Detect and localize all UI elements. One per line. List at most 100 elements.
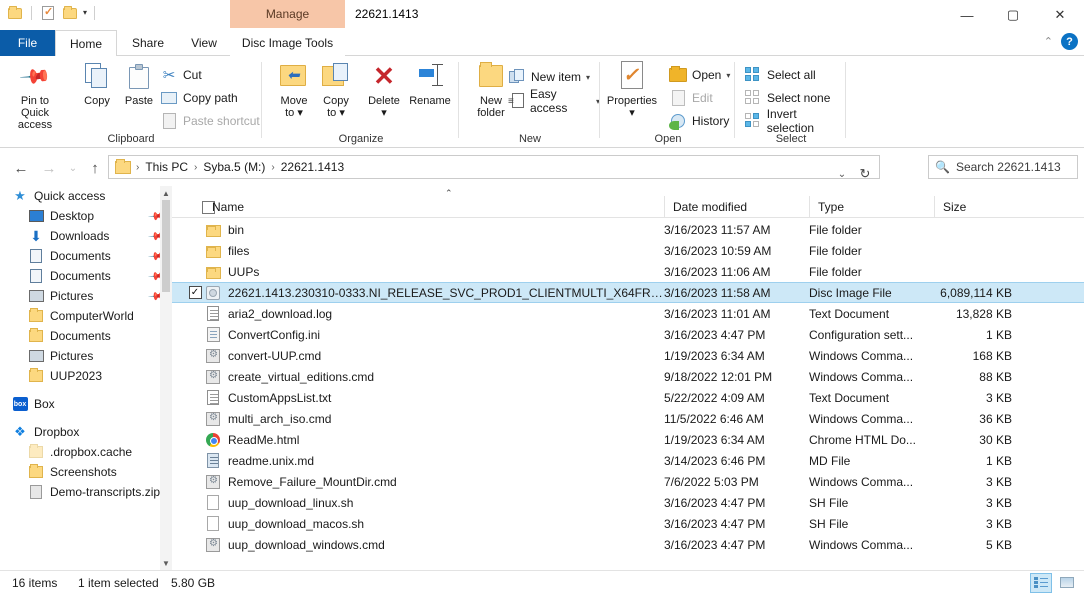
column-header-size[interactable]: Size <box>934 195 1084 218</box>
copy-path-button[interactable]: Copy path <box>160 87 238 109</box>
qat-properties-icon[interactable] <box>39 4 57 22</box>
properties-button[interactable]: ✓ Properties ▾ <box>601 60 663 119</box>
sidebar-item-screenshots[interactable]: Screenshots <box>0 462 172 482</box>
breadcrumb-item-this-pc[interactable]: This PC <box>140 156 193 178</box>
cut-button[interactable]: ✂ Cut <box>160 64 202 86</box>
table-row[interactable]: uup_download_macos.sh 3/16/2023 4:47 PM … <box>172 513 1084 534</box>
pin-to-quick-access-button[interactable]: 📌 Pin to Quick access <box>8 60 62 131</box>
column-header-date-modified[interactable]: Date modified <box>664 195 809 218</box>
help-icon[interactable]: ? <box>1061 33 1078 50</box>
table-row[interactable]: create_virtual_editions.cmd 9/18/2022 12… <box>172 366 1084 387</box>
paste-shortcut-button[interactable]: Paste shortcut <box>160 110 260 132</box>
group-divider-4 <box>734 62 735 138</box>
qat-new-folder-icon[interactable] <box>61 4 79 22</box>
breadcrumb-item-folder[interactable]: 22621.1413 <box>276 156 349 178</box>
collapse-ribbon-icon[interactable]: ⌃ <box>1044 35 1053 48</box>
scroll-down-arrow-icon[interactable]: ▼ <box>160 556 172 570</box>
table-row[interactable]: CustomAppsList.txt 5/22/2022 4:09 AM Tex… <box>172 387 1084 408</box>
table-row[interactable]: ConvertConfig.ini 3/16/2023 4:47 PM Conf… <box>172 324 1084 345</box>
sidebar-item-box[interactable]: box Box <box>0 394 172 414</box>
table-row[interactable]: bin 3/16/2023 11:57 AM File folder <box>172 219 1084 240</box>
checked-checkbox-icon[interactable]: ✓ <box>188 286 202 299</box>
table-row[interactable]: readme.unix.md 3/14/2023 6:46 PM MD File… <box>172 450 1084 471</box>
file-date: 3/16/2023 4:47 PM <box>664 327 766 342</box>
navigation-pane-scrollbar[interactable]: ▲ ▼ <box>160 186 172 570</box>
sidebar-item-demo-transcripts-zip[interactable]: Demo-transcripts.zip <box>0 482 172 502</box>
row-checkbox-cell[interactable]: ✓ <box>172 286 202 299</box>
properties-caret-icon[interactable]: ▾ <box>601 107 663 119</box>
open-button[interactable]: Open ▾ <box>669 64 730 86</box>
tab-view[interactable]: View <box>179 30 229 56</box>
table-row[interactable]: UUPs 3/16/2023 11:06 AM File folder <box>172 261 1084 282</box>
table-row[interactable]: Remove_Failure_MountDir.cmd 7/6/2022 5:0… <box>172 471 1084 492</box>
select-all-button[interactable]: Select all <box>744 64 816 86</box>
table-row[interactable]: uup_download_windows.cmd 3/16/2023 4:47 … <box>172 534 1084 555</box>
history-button[interactable]: History <box>669 110 729 132</box>
search-input[interactable]: 🔍 Search 22621.1413 <box>928 155 1078 179</box>
file-date: 9/18/2022 12:01 PM <box>664 369 773 384</box>
details-view-button[interactable] <box>1030 572 1052 593</box>
select-all-icon <box>744 66 762 84</box>
sidebar-item-documents-3[interactable]: Documents <box>0 326 172 346</box>
qat-customize-caret-icon[interactable]: ▾ <box>83 9 87 17</box>
sidebar-item-computerworld[interactable]: ComputerWorld <box>0 306 172 326</box>
table-row[interactable]: aria2_download.log 3/16/2023 11:01 AM Te… <box>172 303 1084 324</box>
sidebar-item-pictures-1[interactable]: Pictures 📌 <box>0 286 172 306</box>
rename-button[interactable]: Rename <box>403 60 457 107</box>
maximize-button[interactable]: ▢ <box>990 0 1036 30</box>
copy-to-icon <box>309 60 363 92</box>
column-header-type[interactable]: Type <box>809 195 934 218</box>
column-header-name[interactable]: Name <box>172 196 664 218</box>
copy-to-button[interactable]: Copy to ▾ <box>309 60 363 119</box>
recent-locations-button[interactable]: ⌄ <box>62 157 84 179</box>
sidebar-item-pictures-2[interactable]: Pictures <box>0 346 172 366</box>
new-item-button[interactable]: New item ▾ <box>508 66 590 88</box>
copy-to-label-2: to ▾ <box>327 107 345 119</box>
address-dropdown-icon[interactable]: ⌄ <box>831 163 853 185</box>
sidebar-item-dropbox-cache[interactable]: .dropbox.cache <box>0 442 172 462</box>
back-button[interactable]: ← <box>10 157 32 179</box>
large-icons-view-button[interactable] <box>1056 573 1078 593</box>
tab-disc-image-tools[interactable]: Disc Image Tools <box>230 30 345 56</box>
easy-access-button[interactable]: ≡ Easy access ▾ <box>508 87 600 115</box>
invert-selection-button[interactable]: Invert selection <box>744 107 846 135</box>
paste-button[interactable]: Paste <box>112 60 166 107</box>
tab-share[interactable]: Share <box>117 30 179 56</box>
table-row-selected[interactable]: ✓ 22621.1413.230310-0333.NI_RELEASE_SVC_… <box>172 282 1084 303</box>
column-headers: Name Date modified Type Size <box>172 195 1084 218</box>
tab-file[interactable]: File <box>0 30 55 56</box>
sidebar-item-documents-1[interactable]: Documents 📌 <box>0 246 172 266</box>
table-row[interactable]: convert-UUP.cmd 1/19/2023 6:34 AM Window… <box>172 345 1084 366</box>
close-button[interactable]: ✕ <box>1036 0 1084 30</box>
table-row[interactable]: multi_arch_iso.cmd 11/5/2022 6:46 AM Win… <box>172 408 1084 429</box>
scroll-up-arrow-icon[interactable]: ▲ <box>160 186 172 200</box>
sidebar-item-uup2023[interactable]: UUP2023 <box>0 366 172 386</box>
minimize-button[interactable]: — <box>944 0 990 30</box>
easy-access-label: Easy access <box>530 87 568 115</box>
sidebar-item-quick-access[interactable]: ★ Quick access <box>0 186 172 206</box>
up-button[interactable]: ↑ <box>84 157 106 179</box>
file-date: 3/16/2023 4:47 PM <box>664 495 766 510</box>
sidebar-item-desktop[interactable]: Desktop 📌 <box>0 206 172 226</box>
breadcrumb-item-drive[interactable]: Syba.5 (M:) <box>198 156 270 178</box>
refresh-icon[interactable]: ↻ <box>854 163 876 185</box>
documents-icon <box>28 268 44 284</box>
sh-file-icon <box>202 516 224 531</box>
properties-label: Properties <box>606 95 658 107</box>
sidebar-item-downloads[interactable]: ⬇ Downloads 📌 <box>0 226 172 246</box>
select-none-button[interactable]: Select none <box>744 87 830 109</box>
sidebar-item-documents-2[interactable]: Documents 📌 <box>0 266 172 286</box>
table-row[interactable]: files 3/16/2023 10:59 AM File folder <box>172 240 1084 261</box>
file-explorer-window: ▾ Manage 22621.1413 — ▢ ✕ File Home Shar… <box>0 0 1084 594</box>
scrollbar-thumb[interactable] <box>162 200 170 292</box>
table-row[interactable]: uup_download_linux.sh 3/16/2023 4:47 PM … <box>172 492 1084 513</box>
forward-button[interactable]: → <box>38 157 60 179</box>
tab-home[interactable]: Home <box>55 30 117 56</box>
table-row[interactable]: ReadMe.html 1/19/2023 6:34 AM Chrome HTM… <box>172 429 1084 450</box>
new-item-caret-icon[interactable]: ▾ <box>586 73 590 82</box>
open-caret-icon[interactable]: ▾ <box>726 71 730 80</box>
sidebar-item-dropbox[interactable]: ❖ Dropbox <box>0 422 172 442</box>
edit-button[interactable]: Edit <box>669 87 713 109</box>
breadcrumb[interactable]: › This PC › Syba.5 (M:) › 22621.1413 ⌄ ↻ <box>108 155 880 181</box>
qat-folder-icon[interactable] <box>6 4 24 22</box>
